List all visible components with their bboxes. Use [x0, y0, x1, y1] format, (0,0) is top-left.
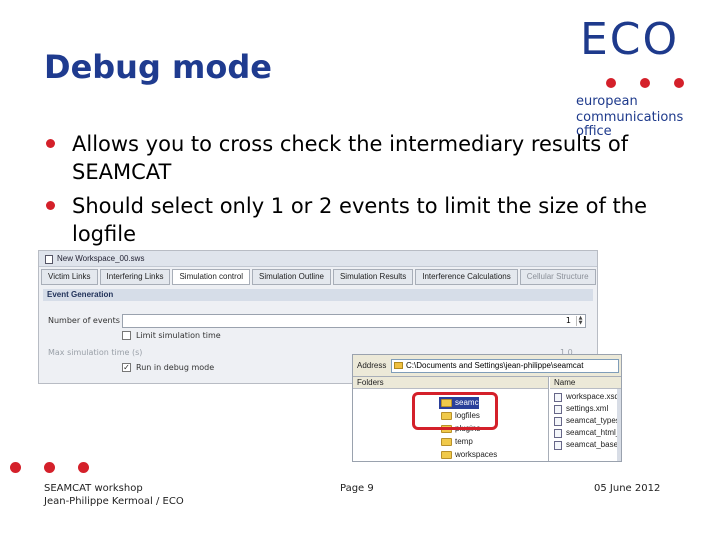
folder-item-temp[interactable]: temp — [439, 436, 473, 448]
number-of-events-value: 1 — [565, 316, 571, 325]
window-title-bar: New Workspace_00.sws — [39, 251, 597, 267]
stepper-arrows-icon[interactable]: ▲ ▼ — [576, 316, 584, 326]
panel-heading: Event Generation — [43, 289, 593, 301]
number-of-events-label: Number of events — [48, 316, 120, 325]
bullet-list: Allows you to cross check the intermedia… — [44, 130, 684, 254]
folder-icon — [441, 451, 452, 459]
address-input[interactable]: C:\Documents and Settings\jean-philippe\… — [391, 359, 619, 373]
footer-page-number: Page 9 — [340, 483, 374, 494]
folders-header: Folders — [353, 377, 548, 389]
footer-author: Jean-Philippe Kermoal / ECO — [44, 496, 184, 507]
logo-line-1: european — [576, 94, 638, 109]
file-icon — [554, 429, 562, 438]
logo-line-2: communications — [576, 110, 684, 125]
limit-simulation-time-label: Limit simulation time — [136, 331, 221, 340]
list-item[interactable]: seamcat_base_f — [554, 439, 621, 451]
tab-interfering-links[interactable]: Interfering Links — [99, 269, 171, 285]
highlight-ring — [412, 392, 498, 430]
folder-icon — [441, 438, 452, 446]
name-column-header[interactable]: Name — [550, 377, 621, 389]
list-item[interactable]: settings.xml — [554, 403, 608, 415]
number-of-events-field[interactable]: 1 ▲ ▼ — [122, 314, 586, 328]
folder-icon — [394, 362, 403, 369]
slide-title: Debug mode — [44, 48, 272, 86]
footer-workshop: SEAMCAT workshop — [44, 483, 143, 494]
tab-simulation-control[interactable]: Simulation control — [172, 269, 251, 285]
debug-mode-checkbox[interactable]: ✓ — [122, 363, 131, 372]
limit-simulation-time-checkbox[interactable] — [122, 331, 131, 340]
file-icon — [554, 441, 562, 450]
debug-mode-label: Run in debug mode — [136, 363, 215, 372]
max-simulation-time-label: Max simulation time (s) — [48, 348, 143, 357]
scrollbar[interactable] — [617, 389, 621, 461]
bullet-item: Allows you to cross check the intermedia… — [44, 130, 684, 186]
list-item[interactable]: seamcat_html_b — [554, 427, 621, 439]
logo-word: ECO — [580, 14, 680, 65]
files-pane: Name workspace.xsd settings.xml seamcat_… — [550, 377, 621, 461]
address-path: C:\Documents and Settings\jean-philippe\… — [406, 361, 584, 370]
tab-cellular-structure[interactable]: Cellular Structure — [519, 269, 596, 285]
address-bar: Address C:\Documents and Settings\jean-p… — [353, 355, 621, 377]
eco-logo: ECO european communications office — [576, 14, 706, 139]
list-item[interactable]: workspace.xsd — [554, 391, 619, 403]
logo-dots — [606, 78, 696, 90]
footer-dots — [10, 462, 96, 474]
tab-victim-links[interactable]: Victim Links — [41, 269, 98, 285]
list-item[interactable]: seamcat_types — [554, 415, 620, 427]
window-title: New Workspace_00.sws — [57, 254, 145, 263]
footer-date: 05 June 2012 — [594, 483, 661, 494]
tab-interference-calculations[interactable]: Interference Calculations — [415, 269, 518, 285]
folder-item-workspaces[interactable]: workspaces — [439, 449, 497, 461]
tab-bar: Victim Links Interfering Links Simulatio… — [41, 269, 596, 285]
document-icon — [45, 255, 53, 264]
tab-simulation-results[interactable]: Simulation Results — [332, 269, 414, 285]
tab-simulation-outline[interactable]: Simulation Outline — [252, 269, 331, 285]
file-icon — [554, 417, 562, 426]
bullet-item: Should select only 1 or 2 events to limi… — [44, 192, 684, 248]
address-label: Address — [357, 361, 387, 370]
file-icon — [554, 405, 562, 414]
file-icon — [554, 393, 562, 402]
